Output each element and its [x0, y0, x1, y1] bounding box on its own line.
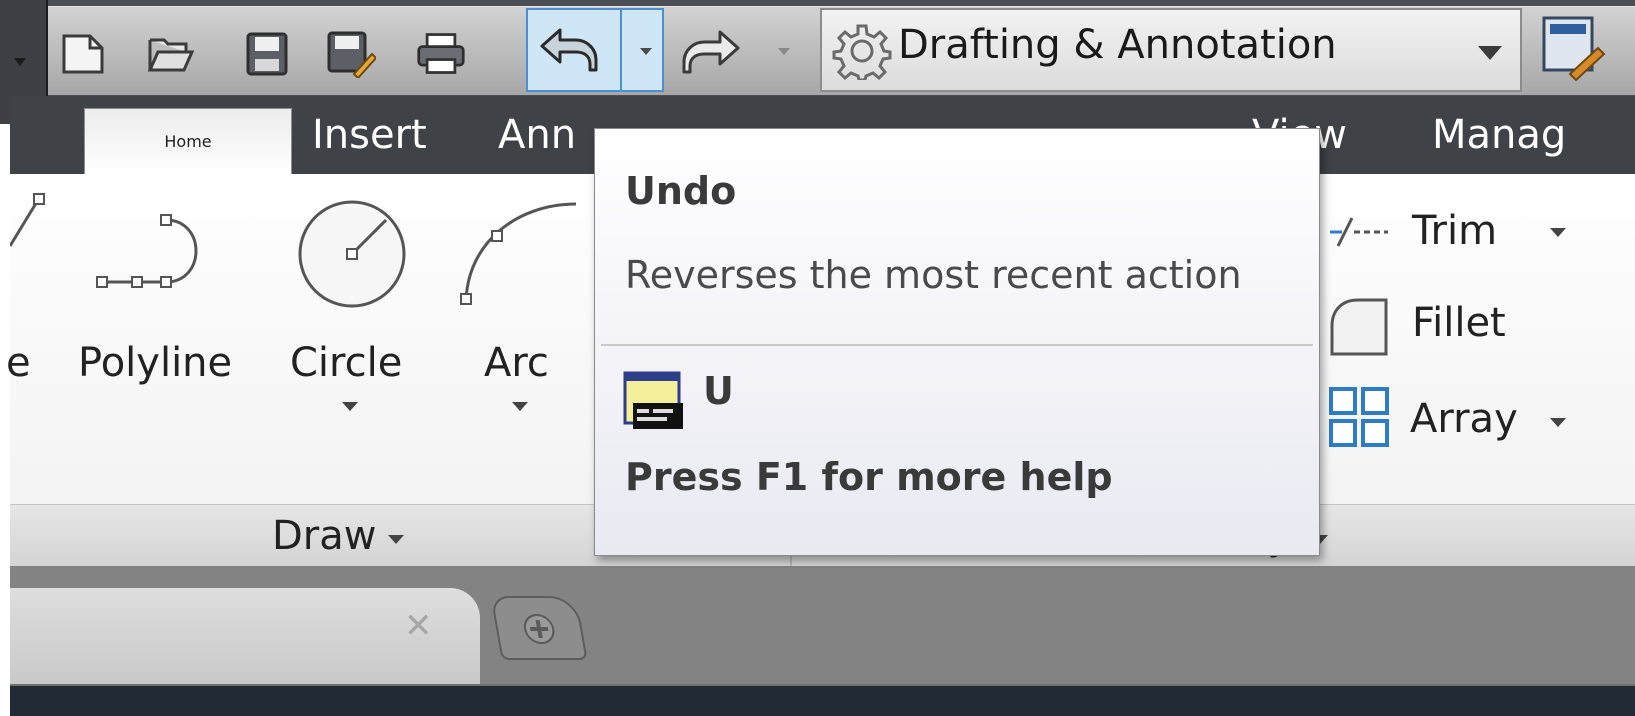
tab-home[interactable]: Home: [84, 108, 292, 174]
workspace-settings-icon[interactable]: [1540, 14, 1606, 84]
tab-insert[interactable]: Insert: [312, 96, 427, 174]
drawing-canvas-edge: [10, 684, 1635, 716]
file-tab-bar: ✕: [10, 566, 1635, 684]
arc-icon[interactable]: [456, 194, 577, 318]
undo-dropdown-arrow[interactable]: [640, 48, 652, 55]
polyline-label[interactable]: Polyline: [78, 340, 232, 386]
tooltip-divider: [601, 344, 1313, 346]
arc-label[interactable]: Arc: [484, 340, 549, 386]
tooltip-description: Reverses the most recent action: [625, 253, 1242, 297]
workspace-label: Drafting & Annotation: [898, 22, 1337, 68]
trim-label[interactable]: Trim: [1412, 208, 1497, 254]
plot-icon[interactable]: [416, 25, 466, 83]
circle-label[interactable]: Circle: [290, 340, 402, 386]
gear-icon: [832, 22, 892, 84]
redo-dropdown-arrow[interactable]: [778, 48, 790, 55]
fillet-label[interactable]: Fillet: [1412, 300, 1506, 346]
save-icon[interactable]: [242, 25, 292, 83]
tooltip-title: Undo: [625, 169, 737, 213]
undo-tooltip: Undo Reverses the most recent action U P…: [594, 128, 1320, 556]
draw-panel-expand-arrow[interactable]: [388, 535, 404, 544]
save-as-icon[interactable]: [326, 25, 376, 83]
tooltip-help-hint: Press F1 for more help: [625, 455, 1113, 499]
open-icon[interactable]: [146, 25, 196, 83]
undo-split-separator: [620, 8, 622, 92]
trim-dropdown-arrow[interactable]: [1550, 228, 1566, 237]
redo-icon[interactable]: [682, 28, 742, 78]
workspace-dropdown-arrow[interactable]: [1478, 46, 1502, 60]
trim-icon[interactable]: [1328, 212, 1388, 256]
tooltip-command: U: [703, 369, 734, 413]
new-icon[interactable]: [58, 25, 108, 83]
arc-dropdown-arrow[interactable]: [512, 402, 528, 411]
polyline-icon[interactable]: [94, 208, 224, 312]
plus-icon: [523, 614, 555, 644]
line-icon[interactable]: [8, 192, 60, 256]
workspace-switcher[interactable]: Drafting & Annotation: [820, 8, 1522, 92]
document-tab[interactable]: ✕: [10, 588, 480, 684]
new-tab-button[interactable]: [490, 596, 588, 660]
tab-annotate[interactable]: Ann: [498, 96, 576, 174]
array-dropdown-arrow[interactable]: [1550, 418, 1566, 427]
undo-icon: [538, 26, 598, 76]
circle-dropdown-arrow[interactable]: [342, 402, 358, 411]
circle-icon[interactable]: [292, 200, 412, 312]
array-icon[interactable]: [1328, 386, 1390, 452]
array-label[interactable]: Array: [1410, 396, 1518, 442]
close-icon[interactable]: ✕: [404, 606, 433, 646]
draw-panel-title[interactable]: Draw: [272, 513, 376, 559]
line-label[interactable]: e: [6, 340, 31, 386]
tab-manage[interactable]: Manag: [1432, 96, 1566, 174]
fillet-icon[interactable]: [1328, 296, 1388, 360]
command-line-icon: [623, 371, 685, 431]
